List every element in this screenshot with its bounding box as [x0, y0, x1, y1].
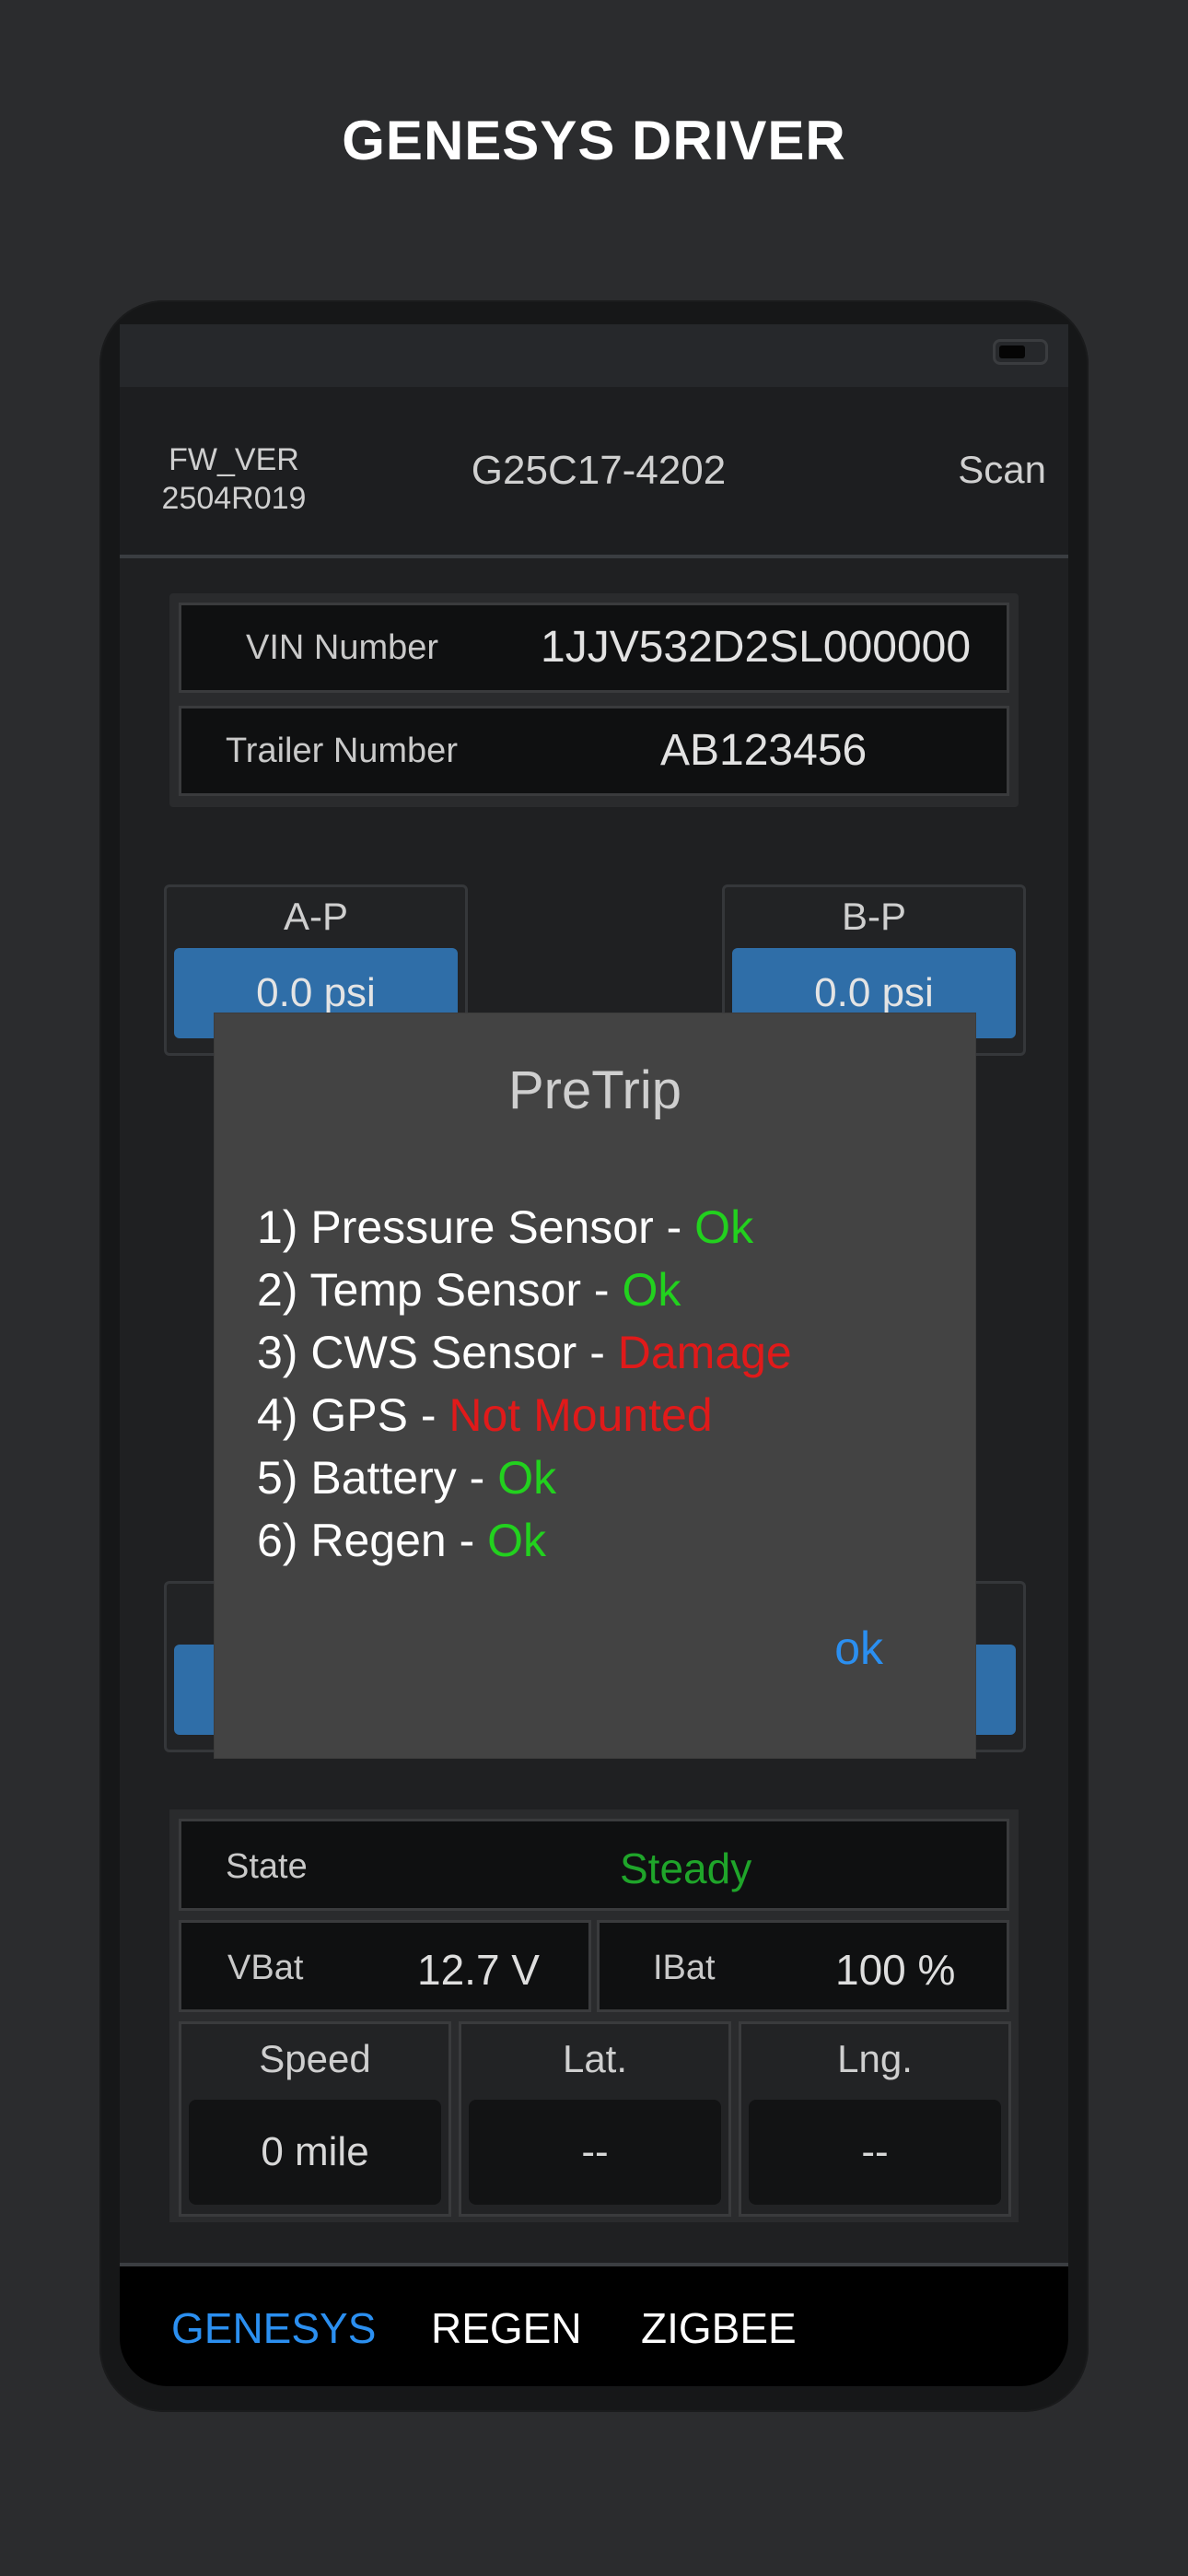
check-item-label: 3) CWS Sensor -	[257, 1327, 618, 1378]
check-item-label: 2) Temp Sensor -	[257, 1264, 623, 1316]
check-item-label: 5) Battery -	[257, 1452, 498, 1504]
check-item-cws-sensor: 3) CWS Sensor - Damage	[257, 1321, 792, 1384]
check-item-label: 6) Regen -	[257, 1515, 488, 1566]
check-item-label: 1) Pressure Sensor -	[257, 1201, 695, 1253]
check-item-regen: 6) Regen - Ok	[257, 1509, 792, 1572]
page-title: GENESYS DRIVER	[342, 110, 846, 171]
check-item-status: Not Mounted	[448, 1389, 713, 1441]
check-item-status: Damage	[617, 1327, 792, 1378]
check-item-status: Ok	[622, 1264, 681, 1316]
check-item-label: 4) GPS -	[257, 1389, 449, 1441]
dialog-title: PreTrip	[508, 1060, 681, 1120]
check-item-status: Ok	[694, 1201, 754, 1253]
check-item-temp-sensor: 2) Temp Sensor - Ok	[257, 1259, 792, 1321]
check-item-pressure-sensor: 1) Pressure Sensor - Ok	[257, 1196, 792, 1259]
pretrip-dialog: PreTrip 1) Pressure Sensor - Ok 2) Temp …	[215, 1013, 975, 1758]
app-screen: FW_VER 2504R019 G25C17-4202 Scan VIN Num…	[120, 324, 1068, 2386]
check-item-status: Ok	[487, 1515, 547, 1566]
check-item-gps: 4) GPS - Not Mounted	[257, 1384, 792, 1446]
check-item-status: Ok	[497, 1452, 557, 1504]
dialog-ok-button[interactable]: ok	[834, 1622, 883, 1675]
check-item-battery: 5) Battery - Ok	[257, 1446, 792, 1509]
pretrip-checklist: 1) Pressure Sensor - Ok 2) Temp Sensor -…	[257, 1196, 792, 1572]
